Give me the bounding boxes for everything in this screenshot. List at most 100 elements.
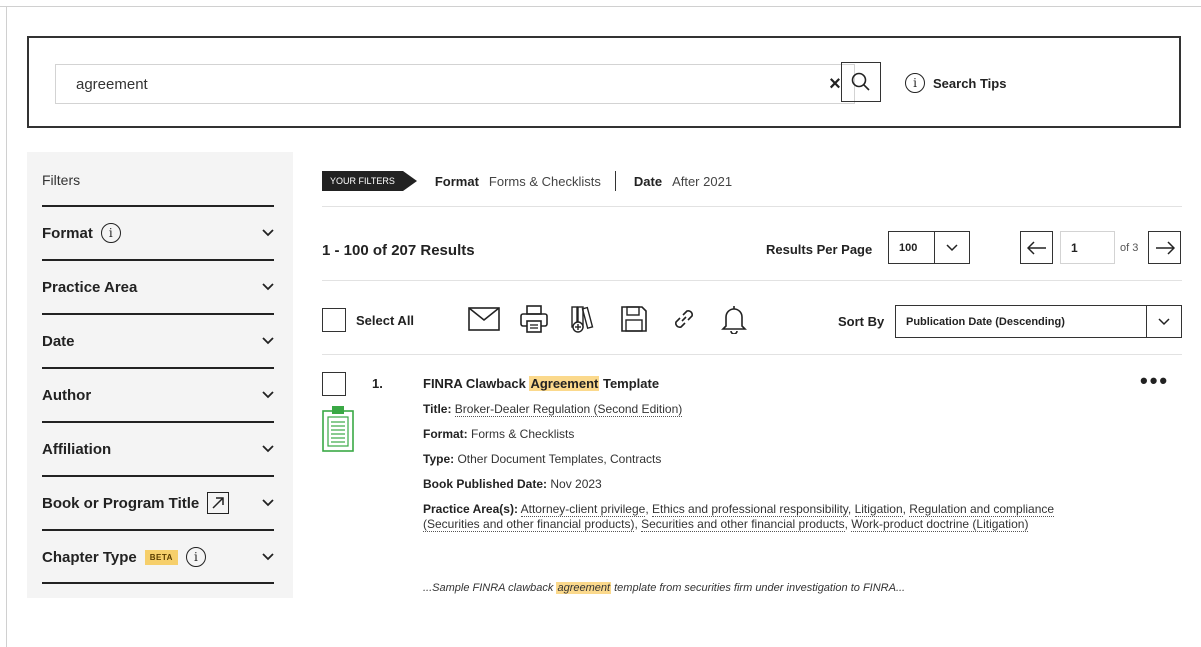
- chevron-down-icon: [262, 443, 274, 455]
- page-number-input[interactable]: 1: [1060, 231, 1115, 264]
- search-tips-label: Search Tips: [933, 75, 1007, 91]
- print-icon[interactable]: [518, 302, 550, 336]
- sort-by-select[interactable]: Publication Date (Descending): [895, 305, 1182, 338]
- result-number: 1.: [372, 376, 383, 391]
- select-all-label: Select All: [356, 312, 415, 328]
- results-per-page-label: Results Per Page: [766, 242, 873, 257]
- practice-area-link[interactable]: Work-product doctrine (Litigation): [851, 517, 1029, 532]
- add-to-library-icon[interactable]: [568, 302, 600, 336]
- more-options-button[interactable]: •••: [1140, 368, 1169, 394]
- filter-format[interactable]: Format i: [42, 205, 274, 259]
- chevron-down-icon: [262, 389, 274, 401]
- result-published-field: Book Published Date: Nov 2023: [423, 477, 1103, 492]
- filter-affiliation[interactable]: Affiliation: [42, 421, 274, 475]
- active-filters-bar: YOUR FILTERS Format Forms & Checklists D…: [322, 170, 732, 192]
- field-value: Nov 2023: [550, 477, 602, 491]
- total-pages: of 3: [1120, 242, 1139, 254]
- practice-area-link[interactable]: Ethics and professional responsibility: [652, 502, 848, 517]
- chevron-down-icon: [262, 551, 274, 563]
- book-title-link[interactable]: Broker-Dealer Regulation (Second Edition…: [454, 402, 683, 417]
- sidebar-bottom-rule: [42, 582, 274, 584]
- filter-label: Author: [42, 386, 92, 404]
- result-type-field: Type: Other Document Templates, Contract…: [423, 452, 1103, 467]
- chevron-down-icon: [262, 335, 274, 347]
- snippet-text: ...Sample FINRA clawback: [423, 582, 557, 594]
- filter-label: Book or Program Title: [42, 494, 200, 512]
- search-term-highlight: Agreement: [529, 376, 600, 391]
- field-label: Type:: [423, 452, 455, 466]
- email-icon[interactable]: [468, 302, 500, 336]
- info-icon[interactable]: i: [100, 223, 121, 243]
- filters-sidebar: Filters Format i Practice Area Date Autho…: [27, 152, 293, 598]
- chevron-down-icon: [1147, 317, 1181, 326]
- active-filter-value[interactable]: After 2021: [672, 174, 732, 189]
- info-icon: i: [905, 73, 925, 93]
- sort-by-value: Publication Date (Descending): [896, 306, 1147, 337]
- chevron-down-icon: [935, 243, 969, 252]
- external-link-icon[interactable]: [207, 492, 230, 514]
- chevron-down-icon: [262, 227, 274, 239]
- filter-date[interactable]: Date: [42, 313, 274, 367]
- results-count: 1 - 100 of 207 Results: [322, 242, 475, 259]
- link-icon[interactable]: [668, 302, 700, 336]
- results-per-page-select[interactable]: 100: [888, 231, 970, 264]
- frame-top-border: [0, 6, 1201, 7]
- search-tips-link[interactable]: i Search Tips: [905, 72, 1006, 94]
- frame-left-border: [6, 6, 7, 647]
- result-snippet: ...Sample FINRA clawback agreement templ…: [423, 582, 905, 594]
- previous-page-button[interactable]: [1020, 231, 1053, 264]
- chevron-down-icon: [262, 497, 274, 509]
- result-title-field: Title: Broker-Dealer Regulation (Second …: [423, 402, 1103, 417]
- result-practice-area-field: Practice Area(s): Attorney-client privil…: [423, 502, 1055, 532]
- results-per-page-value: 100: [889, 232, 935, 263]
- field-label: Title:: [423, 402, 452, 416]
- divider: [322, 206, 1182, 207]
- beta-badge: BETA: [144, 549, 178, 565]
- active-filter-key: Date: [633, 173, 663, 189]
- practice-area-link[interactable]: Attorney-client privilege: [520, 502, 646, 517]
- arrow-right-icon: [1155, 240, 1175, 255]
- your-filters-tag: YOUR FILTERS: [322, 171, 403, 191]
- search-term-highlight: agreement: [556, 582, 612, 594]
- filter-label: Affiliation: [42, 440, 112, 458]
- snippet-text: template from securities firm under inve…: [611, 582, 906, 594]
- field-label: Format:: [423, 427, 468, 441]
- divider: [322, 280, 1182, 281]
- select-all[interactable]: Select All: [322, 308, 414, 332]
- result-title-link[interactable]: FINRA Clawback Agreement Template: [423, 376, 659, 391]
- search-field-wrap: ×: [55, 64, 855, 104]
- result-title-text: FINRA Clawback: [423, 376, 530, 391]
- filter-author[interactable]: Author: [42, 367, 274, 421]
- filter-label: Format: [42, 224, 93, 242]
- sort-by-label: Sort By: [838, 314, 885, 329]
- search-button[interactable]: [841, 62, 881, 102]
- practice-area-link[interactable]: Securities and other financial products: [641, 517, 845, 532]
- save-icon[interactable]: [618, 302, 650, 336]
- filter-chapter-type[interactable]: Chapter Type BETA i: [42, 529, 274, 583]
- filter-book-or-program-title[interactable]: Book or Program Title: [42, 475, 274, 529]
- select-all-checkbox[interactable]: [322, 308, 346, 332]
- next-page-button[interactable]: [1148, 231, 1181, 264]
- result-metadata: Title: Broker-Dealer Regulation (Second …: [423, 402, 1103, 542]
- practice-area-link[interactable]: Litigation: [854, 502, 903, 517]
- filter-label: Practice Area: [42, 278, 138, 296]
- active-filter-key: Format: [434, 173, 479, 189]
- filter-label: Chapter Type: [42, 548, 137, 566]
- active-filter-value[interactable]: Forms & Checklists: [489, 174, 601, 189]
- bulk-actions-toolbar: [468, 302, 750, 336]
- search-panel: × i Search Tips: [27, 36, 1181, 128]
- info-icon[interactable]: i: [185, 547, 206, 567]
- arrow-left-icon: [1026, 240, 1046, 255]
- filters-title: Filters: [42, 172, 81, 188]
- field-label: Practice Area(s):: [423, 502, 518, 516]
- alert-bell-icon[interactable]: [718, 302, 750, 336]
- result-title-text: Template: [599, 376, 660, 391]
- result-format-field: Format: Forms & Checklists: [423, 427, 1103, 442]
- filter-label: Date: [42, 332, 75, 350]
- search-input[interactable]: [56, 65, 816, 103]
- field-value: Other Document Templates, Contracts: [457, 452, 662, 466]
- filter-separator: [614, 171, 616, 191]
- filter-practice-area[interactable]: Practice Area: [42, 259, 274, 313]
- chevron-down-icon: [262, 281, 274, 293]
- result-checkbox[interactable]: [322, 372, 346, 396]
